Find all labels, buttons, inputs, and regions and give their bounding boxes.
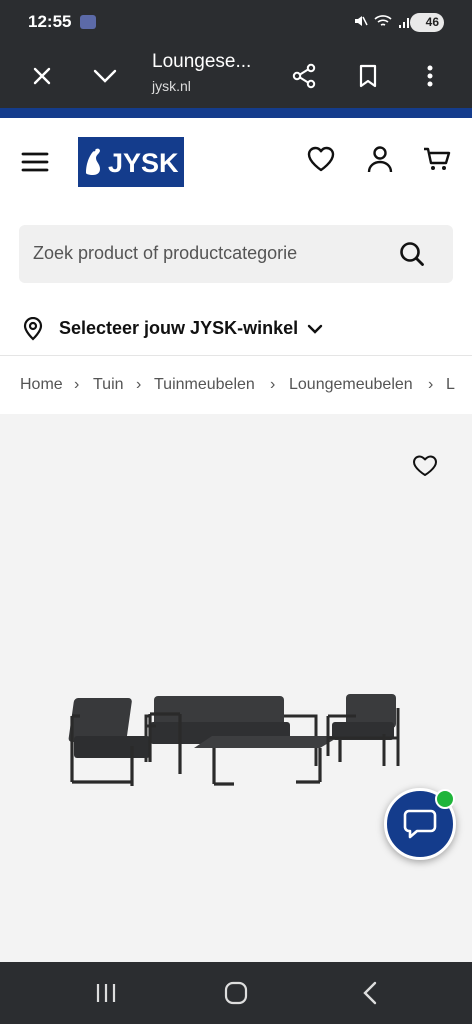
store-selector[interactable]: Selecteer jouw JYSK-winkel: [0, 300, 472, 356]
chevron-down-icon[interactable]: [306, 322, 324, 336]
bookmark-button[interactable]: [350, 58, 386, 94]
share-button[interactable]: [286, 58, 322, 94]
user-icon[interactable]: [365, 144, 395, 174]
chat-button[interactable]: [384, 788, 456, 860]
breadcrumb: Home › Tuin › Tuinmeubelen › Loungemeube…: [0, 356, 472, 414]
breadcrumb-item-loungemeubelen[interactable]: Loungemeubelen: [289, 376, 413, 394]
location-pin-icon: [23, 317, 43, 341]
recents-icon: [96, 984, 116, 1002]
product-image-lounge-set[interactable]: [64, 686, 412, 796]
status-time: 12:55: [28, 12, 72, 31]
heart-icon[interactable]: [306, 144, 336, 174]
cart-icon[interactable]: [422, 144, 452, 174]
close-tab-button[interactable]: [24, 58, 60, 94]
back-button[interactable]: [356, 980, 384, 1006]
bookmark-icon: [359, 64, 377, 88]
site-header: [0, 118, 472, 208]
breadcrumb-item-current[interactable]: L: [446, 376, 455, 394]
menu-icon[interactable]: [20, 148, 50, 176]
search-icon[interactable]: [399, 241, 425, 267]
recents-button[interactable]: [92, 980, 120, 1006]
browser-toolbar: Loungese... jysk.nl: [0, 46, 472, 108]
system-nav-bar: [0, 962, 472, 1024]
home-icon: [224, 981, 248, 1005]
breadcrumb-item-tuinmeubelen[interactable]: Tuinmeubelen: [154, 376, 255, 394]
minimize-button[interactable]: [87, 58, 123, 94]
back-icon: [363, 981, 377, 1005]
app-notification-icon: [80, 15, 96, 29]
status-bar: 12:55 46: [0, 0, 472, 46]
heart-outline-icon[interactable]: [412, 454, 438, 478]
store-selector-label[interactable]: Selecteer jouw JYSK-winkel: [59, 318, 298, 339]
breadcrumb-separator: ›: [74, 376, 80, 393]
breadcrumb-separator: ›: [270, 376, 276, 393]
chat-bubble-icon: [403, 809, 437, 839]
jysk-logo[interactable]: JYSK: [78, 137, 184, 192]
home-button[interactable]: [222, 980, 250, 1006]
product-gallery[interactable]: [0, 414, 472, 962]
breadcrumb-separator: ›: [136, 376, 142, 393]
more-options-button[interactable]: [412, 58, 448, 94]
mute-icon: [355, 16, 368, 26]
battery-icon: 46: [410, 13, 444, 32]
logo-text: JYSK: [108, 148, 179, 178]
page-title: Loungese...: [152, 51, 252, 72]
close-icon: [33, 67, 51, 85]
more-icon: [427, 65, 433, 87]
chevron-down-icon: [93, 69, 117, 83]
accent-strip: [0, 108, 472, 118]
search-bar[interactable]: Zoek product of productcategorie: [19, 225, 453, 283]
breadcrumb-separator: ›: [428, 376, 434, 393]
share-icon: [292, 63, 316, 89]
wifi-icon: [374, 15, 392, 26]
system-icons: [352, 13, 412, 29]
breadcrumb-item-tuin[interactable]: Tuin: [93, 376, 124, 394]
search-placeholder[interactable]: Zoek product of productcategorie: [33, 243, 297, 264]
online-status-dot: [435, 789, 455, 809]
breadcrumb-item-home[interactable]: Home: [20, 376, 63, 394]
page-url[interactable]: jysk.nl: [152, 78, 191, 94]
